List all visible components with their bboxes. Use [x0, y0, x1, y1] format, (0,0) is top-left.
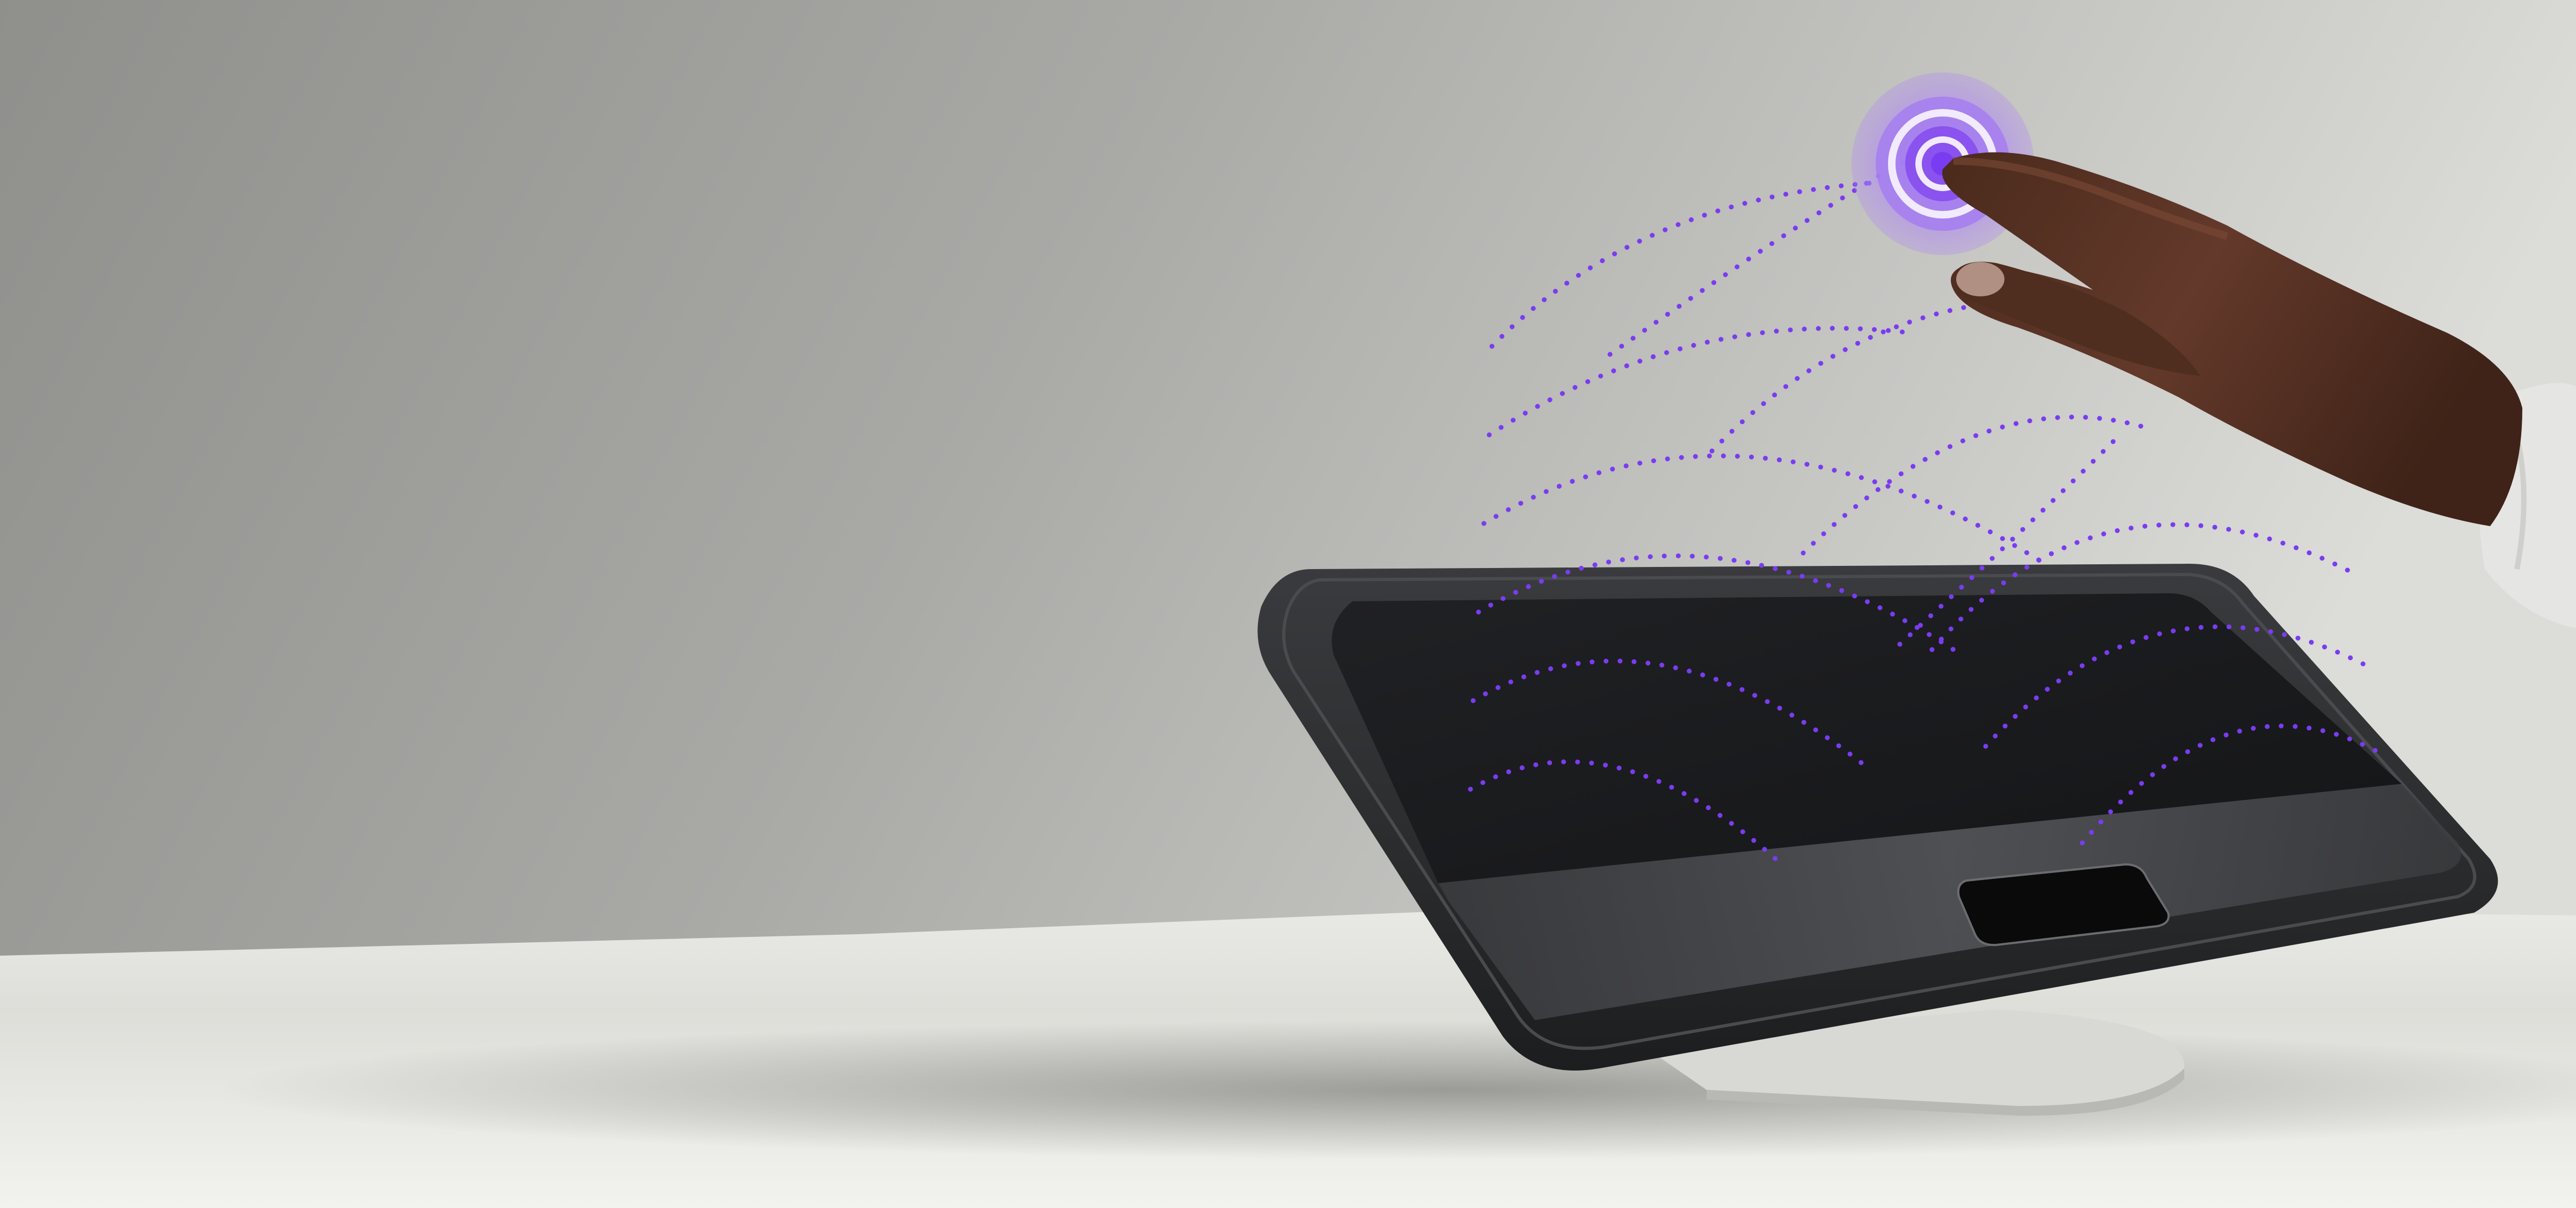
- device-shadow: [215, 1020, 2576, 1160]
- hero-image: [0, 0, 2576, 1208]
- photo-illustration: [0, 0, 2576, 1208]
